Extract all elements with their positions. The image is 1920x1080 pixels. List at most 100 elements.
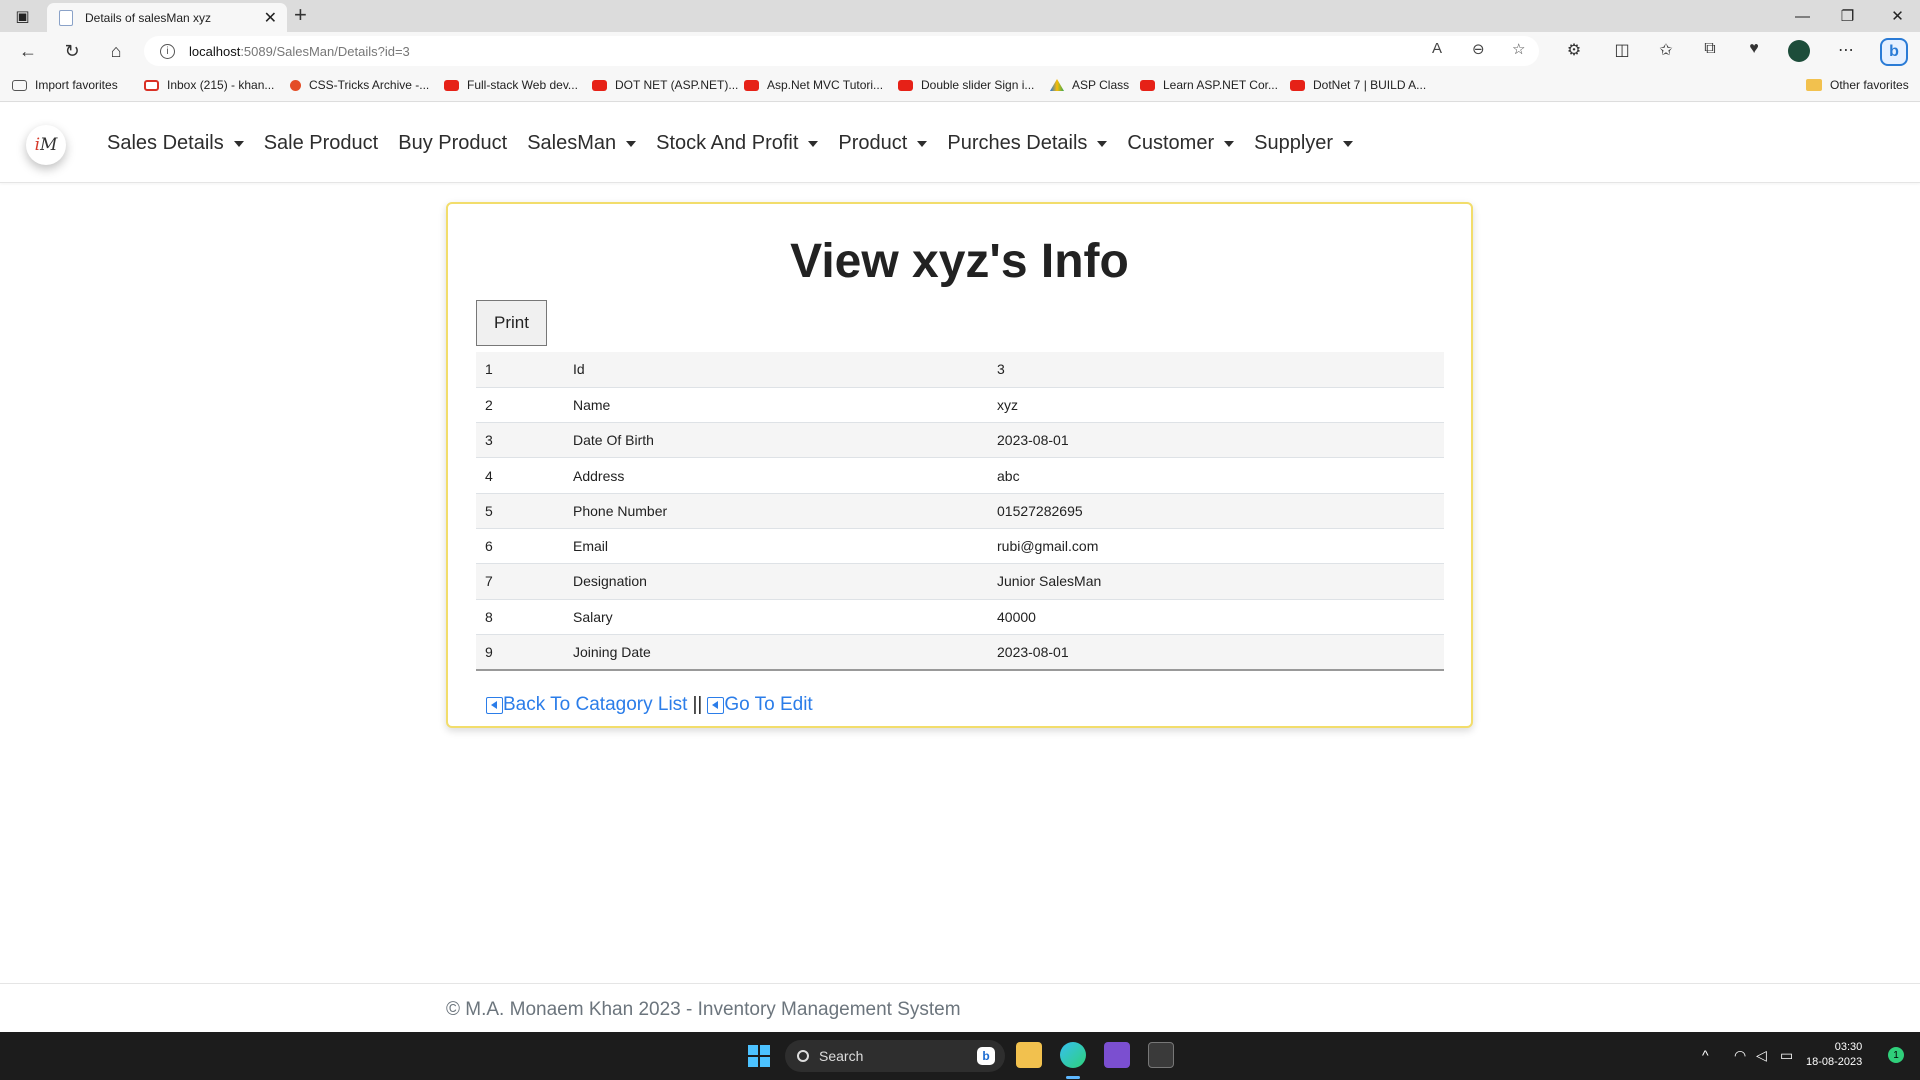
table-row: 3 Date Of Birth 2023-08-01 [476, 422, 1444, 459]
favorites-bar: Import favorites Inbox (215) - khan... C… [0, 70, 1920, 102]
extensions-icon[interactable]: ⚙ [1562, 40, 1586, 60]
visual-studio-icon[interactable] [1104, 1042, 1130, 1068]
wifi-icon[interactable]: ◠ [1734, 1047, 1746, 1064]
table-row: 2 Name xyz [476, 387, 1444, 424]
caret-down-icon [233, 141, 244, 147]
favorite-item-learn-aspnet[interactable]: Learn ASP.NET Cor... [1140, 78, 1278, 92]
url-field[interactable]: i localhost :5089/SalesMan/Details?id=3 [144, 36, 1539, 66]
favorite-item-inbox[interactable]: Inbox (215) - khan... [144, 78, 274, 92]
field-value: 40000 [988, 599, 1444, 635]
favorite-item-fullstack[interactable]: Full-stack Web dev... [444, 78, 578, 92]
tab-actions-icon[interactable]: ▣ [0, 0, 45, 32]
home-icon[interactable]: ⌂ [102, 39, 130, 63]
close-window-icon[interactable]: ✕ [1875, 0, 1920, 32]
terminal-icon[interactable] [1148, 1042, 1174, 1068]
windows-taskbar: Search b ^ ◠ ◁ ▭ 03:30 18-08-2023 1 [0, 1032, 1920, 1080]
taskbar-search[interactable]: Search b [785, 1040, 1005, 1072]
minimize-icon[interactable]: — [1780, 0, 1825, 32]
site-logo[interactable]: iM [26, 125, 66, 165]
field-label: Designation [564, 563, 988, 600]
profile-avatar[interactable] [1788, 40, 1810, 62]
volume-mute-icon[interactable]: ◁ [1756, 1047, 1767, 1064]
tab-title: Details of salesMan xyz [85, 10, 212, 25]
collections-icon[interactable]: ⧉ [1698, 40, 1722, 58]
notification-badge[interactable]: 1 [1888, 1047, 1904, 1063]
refresh-icon[interactable]: ↻ [58, 39, 86, 63]
go-to-edit-link[interactable]: Go To Edit [724, 694, 812, 716]
search-label: Search [819, 1048, 864, 1064]
table-row: 1 Id 3 [476, 352, 1444, 388]
bing-copilot-icon[interactable]: b [1880, 38, 1908, 66]
url-host: localhost [189, 43, 241, 59]
caret-down-icon [1224, 141, 1235, 147]
field-label: Email [564, 528, 988, 565]
battery-icon[interactable]: ▭ [1780, 1047, 1793, 1064]
clock-time: 03:30 [1834, 1041, 1863, 1053]
favorite-item-aspnet-mvc[interactable]: Asp.Net MVC Tutori... [744, 78, 883, 92]
field-label: Name [564, 387, 988, 424]
favorite-item-double-slider[interactable]: Double slider Sign i... [898, 78, 1034, 92]
system-clock[interactable]: 03:30 18-08-2023 [1806, 1040, 1862, 1070]
menu-customer[interactable]: Customer [1127, 132, 1235, 155]
youtube-icon [592, 79, 607, 91]
split-screen-icon[interactable]: ◫ [1610, 40, 1634, 60]
menu-salesman[interactable]: SalesMan [527, 132, 637, 155]
field-label: Salary [564, 599, 988, 635]
edge-browser-icon[interactable] [1060, 1042, 1086, 1068]
print-button[interactable]: Print [476, 300, 547, 346]
menu-sales-details[interactable]: Sales Details [107, 132, 244, 155]
caret-down-icon [808, 141, 819, 147]
footer-text: © M.A. Monaem Khan 2023 - Inventory Mana… [446, 999, 961, 1020]
card-links: Back To Catagory List || Go To Edit [486, 694, 813, 716]
field-value: 01527282695 [988, 493, 1444, 529]
field-value: 2023-08-01 [988, 634, 1444, 671]
favorites-icon[interactable]: ✩ [1654, 40, 1678, 60]
table-row: 8 Salary 40000 [476, 599, 1444, 635]
back-arrow-icon[interactable]: ← [14, 39, 42, 63]
details-table: 1 Id 3 2 Name xyz 3 Date Of Birth 2023-08-01 4… [476, 352, 1444, 671]
row-number: 1 [476, 352, 564, 388]
favorite-item-dotnet[interactable]: DOT NET (ASP.NET)... [592, 78, 738, 92]
chevron-up-icon[interactable]: ^ [1702, 1047, 1709, 1063]
field-value: 2023-08-01 [988, 422, 1444, 459]
close-tab-icon[interactable]: ✕ [264, 8, 277, 28]
windows-start-icon[interactable] [748, 1045, 770, 1067]
youtube-icon [744, 79, 759, 91]
table-row: 4 Address abc [476, 457, 1444, 494]
favorite-item-asp-class[interactable]: ASP Class [1050, 78, 1129, 92]
other-favorites[interactable]: Other favorites [1806, 78, 1909, 92]
field-label: Id [564, 352, 988, 388]
menu-buy-product[interactable]: Buy Product [398, 132, 507, 155]
favorite-item-import[interactable]: Import favorites [12, 78, 118, 92]
performance-icon[interactable]: ♥ [1742, 40, 1766, 58]
file-explorer-icon[interactable] [1016, 1042, 1042, 1068]
favorite-item-dotnet7[interactable]: DotNet 7 | BUILD A... [1290, 78, 1426, 92]
row-number: 6 [476, 528, 564, 565]
site-footer: © M.A. Monaem Khan 2023 - Inventory Mana… [0, 983, 1920, 1032]
more-options-icon[interactable]: ⋯ [1834, 40, 1858, 60]
menu-stock-and-profit[interactable]: Stock And Profit [656, 132, 819, 155]
menu-purches-details[interactable]: Purches Details [947, 132, 1108, 155]
page-content: iM Sales Details Sale Product Buy Produc… [0, 103, 1920, 1032]
table-row: 7 Designation Junior SalesMan [476, 563, 1444, 600]
url-path: :5089/SalesMan/Details?id=3 [240, 43, 410, 59]
back-to-list-link[interactable]: Back To Catagory List [503, 694, 687, 716]
favorite-star-icon[interactable]: ☆ [1512, 40, 1525, 58]
google-drive-icon [1050, 79, 1064, 91]
caret-down-icon [1097, 141, 1108, 147]
menu-supplyer[interactable]: Supplyer [1254, 132, 1354, 155]
zoom-icon[interactable]: ⊖ [1472, 40, 1485, 58]
main-menu: Sales Details Sale Product Buy Product S… [107, 103, 1373, 183]
menu-sale-product[interactable]: Sale Product [264, 132, 379, 155]
import-icon [12, 79, 27, 91]
read-aloud-icon[interactable]: A [1432, 40, 1442, 57]
caret-down-icon [626, 141, 637, 147]
menu-product[interactable]: Product [838, 132, 928, 155]
page-favicon-icon [59, 9, 73, 26]
field-value: Junior SalesMan [988, 563, 1444, 600]
restore-icon[interactable]: ❐ [1825, 0, 1870, 32]
new-tab-icon[interactable]: + [294, 2, 307, 28]
favorite-item-css-tricks[interactable]: CSS-Tricks Archive -... [290, 78, 429, 92]
site-info-icon[interactable]: i [160, 43, 175, 59]
browser-tab[interactable]: Details of salesMan xyz ✕ [47, 3, 287, 32]
